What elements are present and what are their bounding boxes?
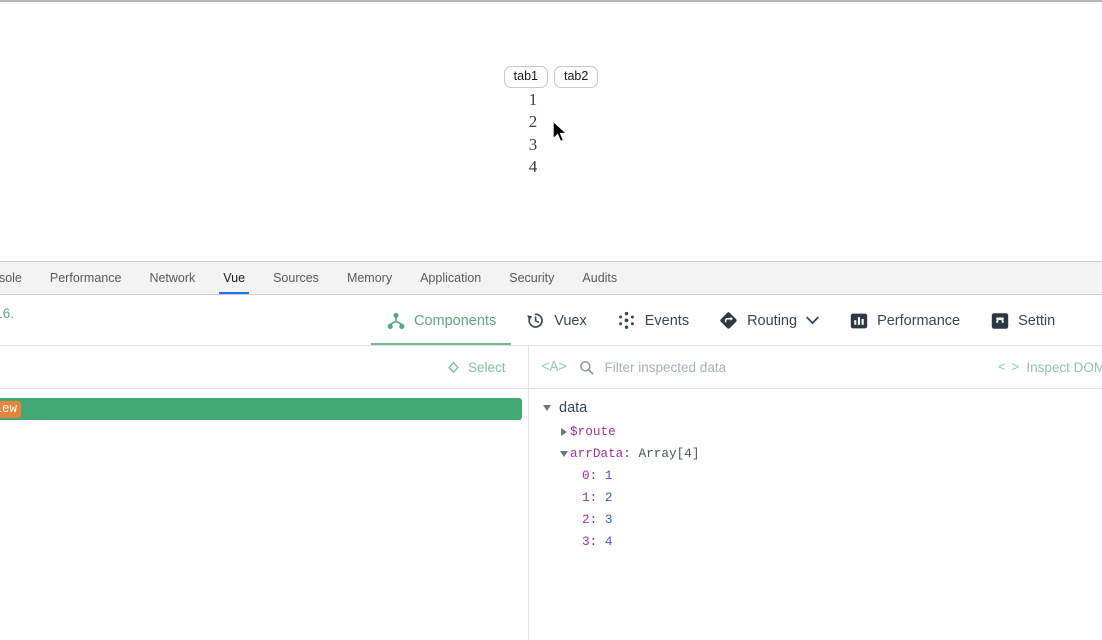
filter-area: <A>	[541, 346, 935, 389]
inspector-row-key: 1	[582, 490, 590, 505]
devtools-panel: nsole Performance Network Vue Sources Me…	[0, 261, 1102, 640]
inspector-row-value: 1	[604, 468, 613, 483]
routing-diamond-icon	[719, 311, 738, 330]
chevron-down-icon[interactable]	[806, 316, 819, 325]
page-tab-tab1[interactable]: tab1	[503, 66, 548, 88]
list-item: 4	[528, 157, 538, 177]
devtools-tab-console[interactable]: nsole	[0, 262, 36, 294]
screenshot-root: tab1 tab2 1 2 3 4 nsole Performance Netwo…	[0, 0, 1102, 640]
vue-tab-label: Settin	[1018, 312, 1056, 329]
settings-gear-icon	[990, 311, 1009, 330]
vue-tab-label: Routing	[747, 312, 798, 329]
web-page-viewport: tab1 tab2 1 2 3 4	[0, 0, 1102, 261]
inspector-row-key: 0	[582, 468, 590, 483]
filter-inspected-data-input[interactable]	[604, 360, 935, 375]
component-tree-pane: r-view	[0, 389, 528, 640]
inspector-row-sep: :	[589, 468, 605, 483]
devtools-tab-strip: nsole Performance Network Vue Sources Me…	[0, 262, 1102, 295]
performance-bars-icon	[849, 311, 868, 330]
inspector-row[interactable]: 2 : 3	[529, 509, 1102, 531]
target-crosshair-icon	[446, 360, 461, 375]
devtools-tab-sources[interactable]: Sources	[259, 262, 333, 294]
vue-tab-settings[interactable]: Settin	[975, 295, 1070, 345]
inspector-section-title: data	[559, 400, 588, 416]
vue-tab-events[interactable]: Events	[602, 295, 704, 345]
inspector-row-key: 2	[582, 512, 590, 527]
devtools-panes: r-view data $route	[0, 389, 1102, 640]
vue-tab-label: Vuex	[554, 312, 587, 329]
inspector-row-sep: :	[589, 512, 605, 527]
caret-right-icon[interactable]	[557, 428, 570, 436]
inspector-row-sep: :	[623, 446, 639, 461]
vue-nav-tabs: Components Vuex Events Routing Performan…	[371, 295, 1070, 345]
list-item: 1	[528, 90, 538, 109]
inspector-row[interactable]: 1 : 2	[529, 487, 1102, 509]
component-tree-row-selected[interactable]: r-view	[0, 398, 522, 420]
devtools-tab-performance[interactable]: Performance	[36, 262, 136, 294]
select-button-label: Select	[468, 360, 506, 375]
inspector-row-value: 3	[604, 512, 613, 527]
inspector-row-key: $route	[570, 424, 616, 439]
inspector-row-sep: :	[589, 490, 605, 505]
inspector-row-sep: :	[589, 534, 605, 549]
page-tab-tab2[interactable]: tab2	[554, 66, 599, 88]
devtools-tab-memory[interactable]: Memory	[333, 262, 406, 294]
inspector-row-value: 2	[604, 490, 613, 505]
devtools-tab-security[interactable]: Security	[495, 262, 568, 294]
vue-tab-routing[interactable]: Routing	[704, 295, 834, 345]
vue-version-status: ue 2.5.16.	[0, 306, 15, 321]
inspector-section-data: data $route arrData : Array[4] 0: 1 1:…	[529, 395, 1102, 553]
code-brackets-icon: < >	[998, 360, 1019, 375]
component-name-tag: r-view	[0, 400, 22, 418]
components-icon	[386, 311, 405, 330]
inspector-row[interactable]: 0 : 1	[529, 465, 1102, 487]
inspector-row-key: arrData	[570, 446, 624, 461]
devtools-tab-vue[interactable]: Vue	[209, 262, 259, 294]
inspector-row[interactable]: $route	[529, 421, 1102, 443]
vue-tab-components[interactable]: Components	[371, 295, 512, 345]
inspector-section-header[interactable]: data	[529, 395, 1102, 421]
page-tab-buttons: tab1 tab2	[0, 66, 1102, 88]
inspector-row-type: Array[4]	[638, 446, 700, 461]
devtools-tab-network[interactable]: Network	[135, 262, 209, 294]
inspected-data-pane: data $route arrData : Array[4] 0: 1 1:…	[529, 389, 1102, 640]
list-item: 3	[528, 134, 538, 154]
vue-subbar: Select <A> < > Inspect DOM	[0, 346, 1102, 389]
vue-tab-vuex[interactable]: Vuex	[511, 295, 602, 345]
case-sensitive-icon[interactable]: <A>	[541, 359, 567, 376]
caret-down-icon[interactable]	[557, 451, 570, 457]
page-number-list: 1 2 3 4	[0, 89, 1066, 179]
caret-down-icon[interactable]	[543, 405, 551, 411]
subbar-divider	[528, 346, 529, 389]
inspector-row-key: 3	[582, 534, 590, 549]
devtools-tab-audits[interactable]: Audits	[568, 262, 631, 294]
vue-devtools-toolbar: ue 2.5.16. Components	[0, 295, 1102, 346]
vue-tab-label: Components	[414, 312, 497, 329]
search-icon	[579, 360, 594, 375]
inspect-dom-button[interactable]: < > Inspect DOM	[998, 346, 1102, 389]
inspect-dom-label: Inspect DOM	[1026, 360, 1102, 375]
events-dots-icon	[617, 311, 636, 330]
inspector-row[interactable]: arrData : Array[4]	[529, 443, 1102, 465]
select-component-button[interactable]: Select	[446, 346, 506, 389]
vue-tab-label: Events	[644, 312, 690, 329]
history-clock-icon	[526, 311, 545, 330]
vue-tab-performance[interactable]: Performance	[834, 295, 975, 345]
list-item: 2	[528, 112, 538, 132]
devtools-tab-application[interactable]: Application	[406, 262, 495, 294]
inspector-row[interactable]: 3 : 4	[529, 531, 1102, 553]
inspector-row-value: 4	[604, 534, 613, 549]
vue-tab-label: Performance	[877, 312, 961, 329]
